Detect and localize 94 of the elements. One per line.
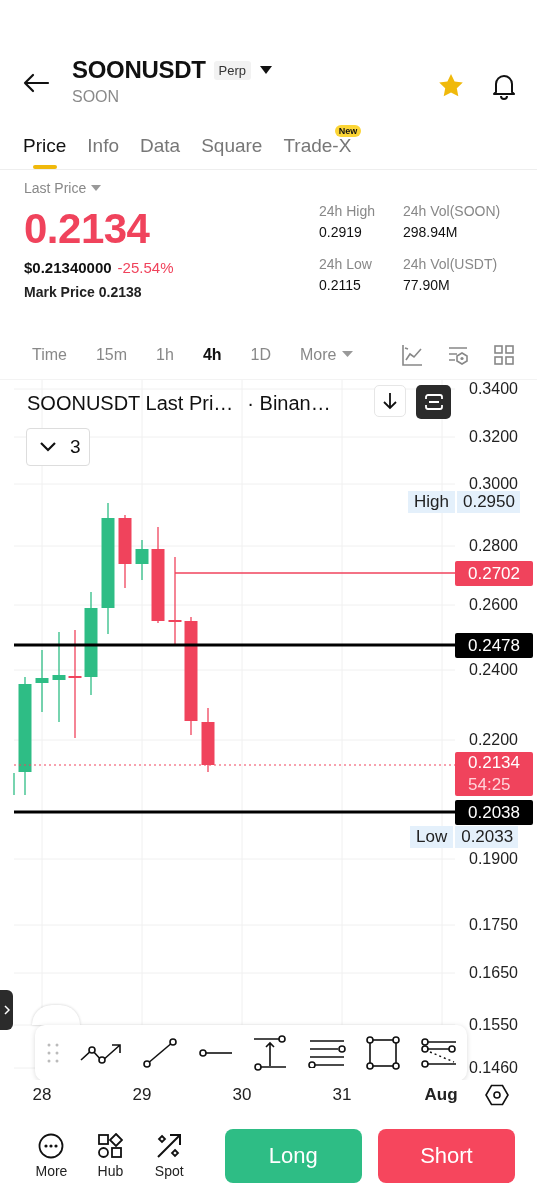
tab[interactable]: Info	[87, 120, 119, 169]
down-arrow-icon	[383, 392, 397, 410]
marker-value: 0.2134	[468, 752, 521, 774]
stat-label: 24h Low	[319, 256, 373, 273]
tab[interactable]: Data	[140, 120, 181, 169]
pair-title: SOONUSDT	[72, 56, 206, 84]
date-tick: 28	[32, 1085, 52, 1105]
price-tick: 0.1750	[469, 916, 518, 934]
chevron-right-icon	[3, 1005, 10, 1015]
indicator-count: 3	[70, 436, 81, 458]
tab[interactable]: Trade-X New	[283, 120, 362, 169]
tab[interactable]: Price	[23, 120, 67, 169]
interval-tab[interactable]: Time	[32, 345, 67, 364]
short-button[interactable]: Short	[377, 1129, 515, 1183]
price-tick: 0.3200	[469, 428, 518, 446]
candle	[201, 707, 215, 773]
fullscreen-button[interactable]	[416, 385, 451, 419]
date-tick: Aug	[424, 1085, 458, 1105]
long-button[interactable]: Long	[224, 1129, 362, 1183]
line-chart-icon[interactable]	[401, 343, 423, 366]
marker-label: High	[408, 491, 455, 513]
chevron-down-icon	[40, 442, 56, 452]
last-price: 0.2134	[24, 205, 151, 253]
price-tick: 0.3000	[469, 475, 518, 493]
price-level-line[interactable]	[14, 643, 455, 647]
base-asset: SOON	[72, 88, 121, 106]
stat-label: 24h Vol(USDT)	[403, 256, 499, 273]
tab[interactable]: Square	[201, 120, 263, 169]
stat-value: 77.90M	[403, 276, 451, 295]
stat-value: 0.2919	[319, 223, 363, 242]
parallel-lines-icon[interactable]	[307, 1038, 346, 1068]
price-level-line[interactable]	[14, 810, 455, 814]
price-tick: 0.1650	[469, 964, 518, 982]
arrow-icon	[156, 1133, 183, 1159]
trend-path-icon[interactable]	[79, 1042, 122, 1064]
fib-retracement-icon[interactable]	[420, 1038, 457, 1068]
indicator-toggle[interactable]: 3	[26, 428, 90, 466]
interval-tab[interactable]: 15m	[95, 345, 128, 364]
price-tick: 0.2600	[469, 596, 518, 614]
settings-icon[interactable]	[485, 1084, 509, 1106]
price-tick: 0.1900	[469, 850, 518, 868]
price-tick: 0.2800	[469, 537, 518, 555]
countdown: 54:25	[468, 774, 512, 796]
more-icon	[38, 1133, 65, 1159]
back-arrow-icon[interactable]	[22, 73, 50, 93]
more-dropdown[interactable]: More	[300, 345, 354, 364]
date-tick: 31	[332, 1085, 352, 1105]
interval-tab[interactable]: 1D	[250, 345, 271, 364]
candle	[35, 649, 49, 713]
contract-badge: Perp	[213, 60, 252, 80]
grid-layout-icon[interactable]	[493, 343, 515, 366]
marker-value: 0.2950	[456, 491, 520, 513]
drag-handle-icon[interactable]	[47, 1043, 59, 1063]
price-tick: 0.2400	[469, 661, 518, 679]
nav-item[interactable]: More	[32, 1133, 71, 1179]
marker-value: 0.2478	[468, 634, 521, 657]
price-change: -25.54%	[117, 259, 174, 276]
data-source: · Binan…	[247, 392, 331, 415]
marker-value: 0.2702	[468, 562, 521, 585]
date-tick: 29	[132, 1085, 152, 1105]
marker-value: 0.2038	[468, 801, 521, 824]
marker-label: Low	[410, 826, 454, 848]
bell-icon[interactable]	[491, 72, 517, 100]
stat-value: 298.94M	[403, 223, 459, 242]
usd-price: $0.21340000	[24, 259, 112, 276]
fullscreen-icon	[424, 394, 443, 410]
marker-value: 0.2033	[455, 826, 519, 848]
price-tick: 0.1460	[469, 1059, 518, 1077]
price-tick: 0.2200	[469, 731, 518, 749]
price-tick: 0.3400	[469, 380, 518, 398]
ray-line-icon[interactable]	[198, 1048, 233, 1058]
chart-legend: SOONUSDT Last Pri…	[27, 392, 234, 415]
interval-tab[interactable]: 4h	[202, 345, 222, 364]
date-tick: 30	[232, 1085, 252, 1105]
download-button[interactable]	[374, 385, 406, 417]
candle-wick	[13, 772, 15, 796]
stat-value: 0.2115	[319, 276, 362, 295]
nav-item[interactable]: Hub	[90, 1133, 130, 1179]
caret-down-icon[interactable]	[259, 65, 274, 75]
caret-down-icon	[342, 351, 354, 358]
shapes-icon	[97, 1133, 124, 1159]
mark-price: Mark Price 0.2138	[24, 284, 143, 300]
new-badge: New	[334, 125, 362, 137]
candle	[135, 539, 149, 581]
trend-line-icon[interactable]	[142, 1037, 179, 1069]
stat-label: 24h Vol(SOON)	[403, 203, 502, 220]
rectangle-tool-icon[interactable]	[366, 1036, 401, 1070]
side-panel-handle[interactable]	[0, 990, 13, 1030]
interval-tab[interactable]: 1h	[156, 345, 174, 364]
price-type-label[interactable]: Last Price	[24, 180, 87, 196]
nav-item[interactable]: Spot	[149, 1133, 189, 1179]
stat-label: 24h High	[319, 203, 377, 220]
price-tick: 0.1550	[469, 1016, 518, 1034]
price-range-icon[interactable]	[253, 1035, 288, 1071]
